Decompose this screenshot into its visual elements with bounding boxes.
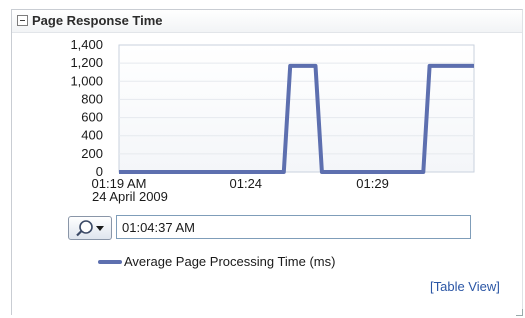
x-tick-label: 01:24 bbox=[230, 176, 263, 191]
y-tick-label: 200 bbox=[81, 146, 103, 161]
y-tick-label: 800 bbox=[81, 91, 103, 106]
table-view-link[interactable]: [Table View] bbox=[430, 279, 500, 294]
y-tick-label: 1,400 bbox=[70, 37, 103, 52]
legend-label: Average Page Processing Time (ms) bbox=[124, 254, 336, 269]
response-time-chart: 02004006008001,0001,2001,400 01:19 AM 01:… bbox=[70, 37, 475, 204]
x-date-label: 24 April 2009 bbox=[92, 189, 168, 204]
y-tick-label: 400 bbox=[81, 128, 103, 143]
y-tick-label: 1,200 bbox=[70, 55, 103, 70]
time-field[interactable] bbox=[116, 215, 471, 239]
y-tick-label: 600 bbox=[81, 110, 103, 125]
resize-grip[interactable] bbox=[516, 309, 523, 316]
y-tick-label: 1,000 bbox=[70, 73, 103, 88]
magnifier-dropdown-icon bbox=[76, 220, 104, 237]
x-tick-label: 01:29 bbox=[356, 176, 389, 191]
legend-swatch bbox=[98, 260, 122, 264]
search-dropdown-button[interactable] bbox=[68, 216, 112, 240]
